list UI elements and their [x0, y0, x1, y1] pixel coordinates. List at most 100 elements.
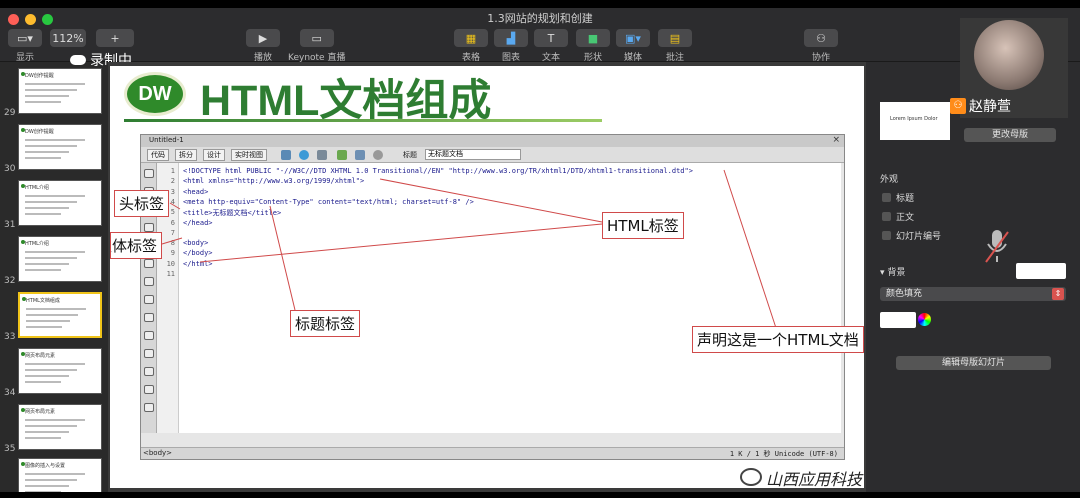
text-button[interactable]: T 文本: [534, 29, 568, 63]
slide-number: 32: [4, 276, 16, 286]
dw-code-editor: <!DOCTYPE html PUBLIC "-//W3C//DTD XHTML…: [179, 163, 841, 433]
slide-number-checkbox[interactable]: 幻灯片编号: [882, 229, 941, 242]
media-button[interactable]: ▣▾ 媒体: [616, 29, 650, 63]
line-number: 10: [166, 259, 175, 268]
keynote-live-icon: ▭: [299, 29, 334, 47]
thumbnail-text-line: [25, 263, 69, 265]
slide-number: 31: [4, 220, 16, 230]
slide-number: 35: [4, 444, 16, 454]
title-checkbox[interactable]: 标题: [882, 191, 914, 204]
slide-number: 30: [4, 164, 16, 174]
code-line: </html>: [183, 259, 213, 268]
color-swatch[interactable]: [1016, 263, 1066, 279]
coding-tool-icon: [144, 277, 154, 286]
dw-document-toolbar: 代码 拆分 设计 实时视图 标题 无标题文档: [141, 147, 844, 163]
text-icon: T: [534, 29, 568, 47]
coding-tool-icon: [144, 313, 154, 322]
thumbnail-text-line: [25, 419, 85, 421]
dw-title-field: 无标题文档: [425, 149, 521, 160]
line-number: 7: [170, 228, 175, 237]
code-line: <!DOCTYPE html PUBLIC "-//W3C//DTD XHTML…: [183, 167, 693, 175]
background-heading[interactable]: ▾ 背景: [880, 265, 905, 278]
slide-thumbnail-item[interactable]: 34 网页布局元素: [0, 348, 108, 398]
html-tag-annotation: HTML标签: [602, 212, 684, 239]
coding-tool-icon: [144, 349, 154, 358]
document-title: 1.3网站的规划和创建: [487, 12, 593, 25]
line-number: 5: [170, 208, 175, 217]
slide-thumbnail: 图像的插入与设置: [18, 458, 102, 492]
view-button[interactable]: ▭▾ 显示: [8, 29, 42, 63]
line-number: 1: [170, 167, 175, 175]
body-checkbox[interactable]: 正文: [882, 210, 914, 223]
edit-master-slide-button[interactable]: 编辑母版幻灯片: [896, 356, 1051, 370]
participant-video[interactable]: ⚇ 赵静萱: [950, 18, 1068, 118]
coding-tool-icon: [144, 259, 154, 268]
slide-thumbnail: DW创作提醒: [18, 124, 102, 170]
coding-tool-icon: [144, 367, 154, 376]
keynote-live-button[interactable]: ▭ Keynote 直播: [288, 29, 345, 63]
thumbnail-title: HTML文档组成: [26, 298, 60, 304]
thumbnail-text-line: [26, 314, 78, 316]
cloud-icon: [70, 55, 86, 65]
line-number: 3: [170, 187, 175, 196]
code-line: <body>: [183, 239, 209, 248]
slide-thumbnail: HTML介绍: [18, 180, 102, 226]
thumbnail-text-line: [26, 308, 86, 310]
line-number: 6: [170, 218, 175, 227]
appearance-heading: 外观: [880, 175, 899, 185]
thumbnail-text-line: [25, 491, 61, 492]
slide-thumbnail-item[interactable]: 31 HTML介绍: [0, 180, 108, 230]
collaborate-button[interactable]: ⚇ 协作: [804, 29, 838, 63]
preview-globe-icon: [299, 150, 309, 160]
color-wheel-icon[interactable]: [918, 313, 931, 326]
close-icon: ×: [832, 135, 840, 145]
slide-thumbnail-item[interactable]: 30 DW创作提醒: [0, 124, 108, 174]
background-color-well[interactable]: [880, 312, 916, 328]
comment-icon: ▤: [658, 29, 692, 47]
current-slide[interactable]: DW HTML文档组成 Untitled-1 × 代码 拆分 设计 实时视图 标…: [110, 66, 864, 488]
code-line: </head>: [183, 218, 213, 227]
chart-icon: ▟: [494, 29, 528, 47]
coding-tool-icon: [144, 331, 154, 340]
thumbnail-text-line: [25, 381, 61, 383]
refresh-icon: [373, 150, 383, 160]
thumbnail-text-line: [25, 269, 61, 271]
thumbnail-title: HTML介绍: [25, 241, 49, 247]
line-number: 11: [166, 270, 175, 278]
media-icon: ▣▾: [616, 29, 650, 47]
dw-code-view-button: 代码: [147, 149, 169, 161]
master-thumbnail[interactable]: Lorem Ipsum Dolor: [880, 102, 950, 140]
slide-thumbnail-item[interactable]: 35 网页布局元素: [0, 404, 108, 454]
play-icon: ▶: [246, 29, 280, 47]
slide-thumbnail: 网页布局元素: [18, 404, 102, 450]
slide-navigator: 29 DW创作提醒 30 DW创作提醒 31 HTML介绍 32 HTML介绍 33 HTML文档…: [0, 62, 108, 492]
zoom-button[interactable]: 112%: [50, 29, 86, 47]
slide-thumbnail-item[interactable]: 29 DW创作提醒: [0, 68, 108, 118]
thumbnail-text-line: [25, 95, 69, 97]
slide-number: 29: [4, 108, 16, 118]
comment-button[interactable]: ▤ 批注: [658, 29, 692, 63]
slide-canvas: DW HTML文档组成 Untitled-1 × 代码 拆分 设计 实时视图 标…: [108, 62, 866, 492]
chart-button[interactable]: ▟ 图表: [494, 29, 528, 63]
change-master-button[interactable]: 更改母版: [964, 128, 1056, 142]
head-tag-annotation: 头标签: [114, 190, 170, 217]
thumbnail-text-line: [25, 473, 85, 475]
table-button[interactable]: ▦ 表格: [454, 29, 488, 63]
code-line: </body>: [183, 249, 213, 258]
add-slide-button[interactable]: +: [96, 29, 134, 47]
thumbnail-text-line: [25, 375, 69, 377]
shape-icon: ■: [576, 29, 610, 47]
slide-thumbnail-item[interactable]: 图像的插入与设置: [0, 458, 108, 492]
dreamweaver-screenshot: Untitled-1 × 代码 拆分 设计 实时视图 标题 无标题文档 1 234…: [140, 134, 845, 460]
thumbnail-text-line: [25, 195, 85, 197]
thumbnail-text-line: [25, 89, 77, 91]
thumbnail-text-line: [25, 201, 77, 203]
thumbnail-text-line: [25, 369, 77, 371]
play-button[interactable]: ▶ 播放: [246, 29, 280, 63]
fill-type-select[interactable]: 颜色填充 ⇕: [880, 287, 1066, 301]
slide-thumbnail-item[interactable]: 33 HTML文档组成: [0, 292, 108, 342]
thumbnail-text-line: [25, 431, 69, 433]
thumbnail-text-line: [25, 101, 61, 103]
slide-thumbnail-item[interactable]: 32 HTML介绍: [0, 236, 108, 286]
shape-button[interactable]: ■ 形状: [576, 29, 610, 63]
